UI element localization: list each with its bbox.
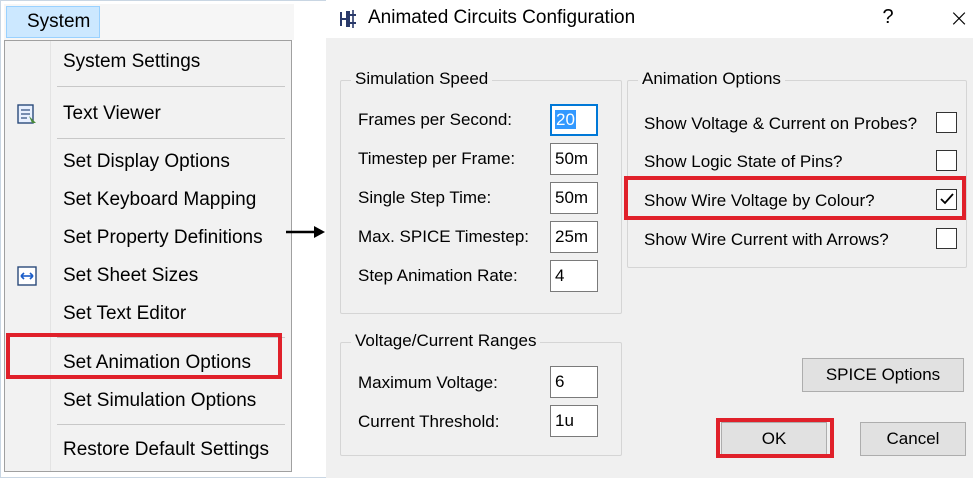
right-arrow-icon bbox=[286, 226, 325, 238]
frames-per-second-value: 20 bbox=[555, 110, 576, 129]
system-menu: System Settings Text Viewer Set Display … bbox=[4, 40, 292, 472]
menu-item-system-settings[interactable]: System Settings bbox=[5, 45, 291, 79]
menu-separator bbox=[57, 424, 285, 425]
app-icon bbox=[340, 10, 356, 28]
frames-per-second-input[interactable]: 20 bbox=[550, 104, 598, 136]
menu-item-set-text-editor[interactable]: Set Text Editor bbox=[5, 297, 291, 331]
help-button[interactable]: ? bbox=[878, 6, 898, 29]
probes-checkbox[interactable] bbox=[936, 112, 957, 133]
spice-options-button[interactable]: SPICE Options bbox=[802, 358, 964, 392]
dialog-titlebar: Animated Circuits Configuration ? × bbox=[326, 0, 973, 38]
maximum-voltage-label: Maximum Voltage: bbox=[358, 373, 498, 392]
menu-item-set-property-definitions[interactable]: Set Property Definitions bbox=[5, 221, 291, 255]
voltage-current-ranges-group: Voltage/Current Ranges bbox=[340, 331, 622, 456]
menu-separator bbox=[57, 86, 285, 87]
step-animation-rate-input[interactable]: 4 bbox=[550, 260, 598, 292]
single-step-time-label: Single Step Time: bbox=[358, 188, 492, 207]
menu-item-set-display-options[interactable]: Set Display Options bbox=[5, 145, 291, 179]
highlight-set-animation-options bbox=[6, 333, 282, 379]
menu-item-set-keyboard-mapping[interactable]: Set Keyboard Mapping bbox=[5, 183, 291, 217]
wire-current-option-label: Show Wire Current with Arrows? bbox=[644, 230, 889, 249]
menu-item-set-sheet-sizes[interactable]: Set Sheet Sizes bbox=[5, 259, 291, 293]
ranges-legend: Voltage/Current Ranges bbox=[351, 331, 541, 351]
menu-item-text-viewer[interactable]: Text Viewer bbox=[5, 97, 291, 131]
simulation-speed-legend: Simulation Speed bbox=[351, 69, 493, 89]
timestep-per-frame-label: Timestep per Frame: bbox=[358, 149, 516, 168]
dialog-title: Animated Circuits Configuration bbox=[368, 7, 636, 28]
animation-options-legend: Animation Options bbox=[638, 69, 785, 89]
single-step-time-input[interactable]: 50m bbox=[550, 182, 598, 214]
cancel-button[interactable]: Cancel bbox=[860, 422, 966, 456]
highlight-ok-button bbox=[716, 418, 834, 458]
current-threshold-label: Current Threshold: bbox=[358, 412, 500, 431]
close-icon[interactable]: × bbox=[946, 4, 972, 32]
logic-state-checkbox[interactable] bbox=[936, 150, 957, 171]
system-menu-title[interactable]: System bbox=[6, 6, 100, 38]
menu-item-set-simulation-options[interactable]: Set Simulation Options bbox=[5, 384, 291, 418]
wire-current-checkbox[interactable] bbox=[936, 228, 957, 249]
frames-per-second-label: Frames per Second: bbox=[358, 110, 513, 129]
max-spice-timestep-label: Max. SPICE Timestep: bbox=[358, 227, 529, 246]
current-threshold-input[interactable]: 1u bbox=[550, 405, 598, 437]
menu-separator bbox=[57, 138, 285, 139]
highlight-wire-voltage-option bbox=[624, 176, 966, 220]
probes-option-label: Show Voltage & Current on Probes? bbox=[644, 114, 918, 133]
animated-circuits-dialog: Animated Circuits Configuration ? × Simu… bbox=[326, 0, 973, 478]
menu-bar: System bbox=[4, 4, 294, 40]
menu-item-restore-default-settings[interactable]: Restore Default Settings bbox=[5, 433, 291, 467]
timestep-per-frame-input[interactable]: 50m bbox=[550, 143, 598, 175]
maximum-voltage-input[interactable]: 6 bbox=[550, 366, 598, 398]
step-animation-rate-label: Step Animation Rate: bbox=[358, 266, 518, 285]
logic-state-option-label: Show Logic State of Pins? bbox=[644, 152, 843, 171]
max-spice-timestep-input[interactable]: 25m bbox=[550, 221, 598, 253]
